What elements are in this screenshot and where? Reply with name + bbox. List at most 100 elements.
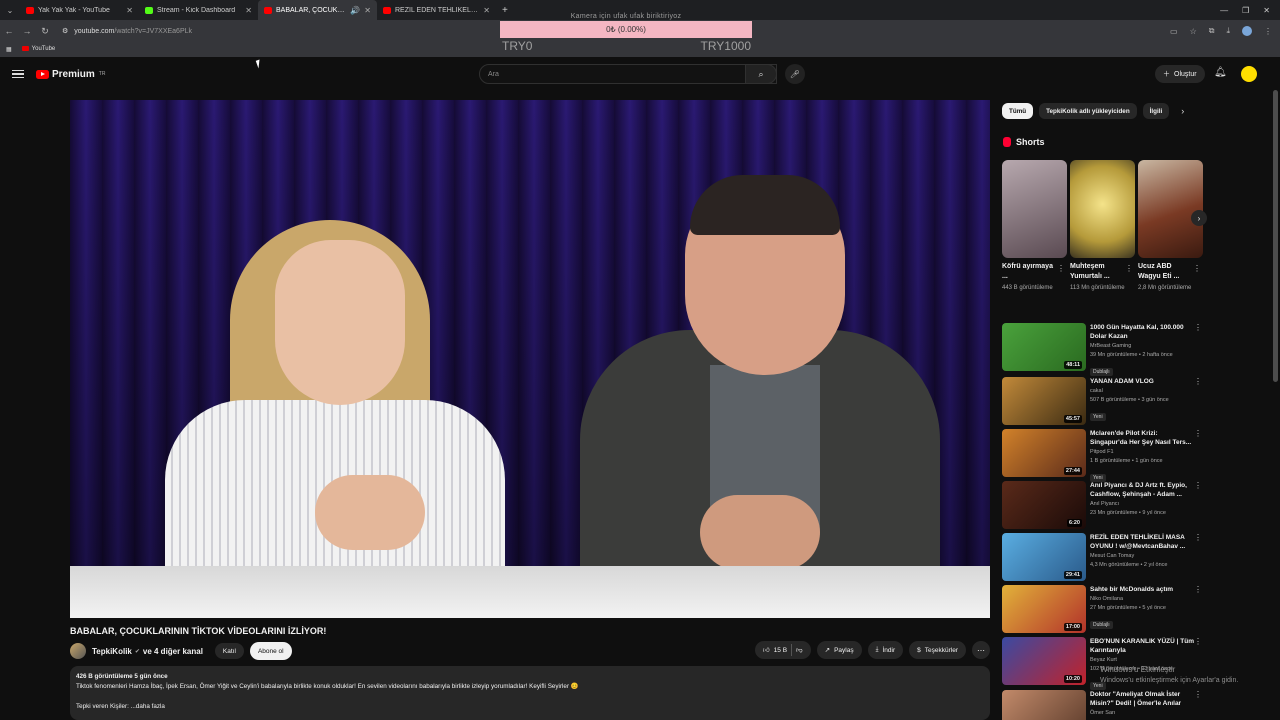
extensions-icon[interactable]: ⧉: [1209, 26, 1215, 36]
more-options-icon[interactable]: ⋮: [1194, 377, 1202, 386]
create-button[interactable]: ＋ Oluştur: [1155, 65, 1205, 83]
close-window-icon[interactable]: ✕: [1263, 6, 1270, 15]
short-thumbnail[interactable]: [1070, 160, 1135, 258]
more-options-icon[interactable]: ⋮: [1194, 585, 1202, 594]
menu-icon[interactable]: [12, 69, 24, 79]
more-options-icon[interactable]: ⋮: [1194, 533, 1202, 542]
short-title[interactable]: Muhteşem Yumurtalı ...: [1070, 262, 1122, 282]
more-actions-icon[interactable]: ⋯: [972, 641, 990, 659]
recommendation-thumbnail[interactable]: [1002, 690, 1086, 720]
browser-tab-active[interactable]: BABALAR, ÇOCUKLARININ🔊 ✕: [258, 0, 377, 20]
recommendation-item[interactable]: 6:20 Anıl Piyancı & DJ Artz ft. Eypio, C…: [1002, 481, 1202, 529]
chip-related[interactable]: İlgili: [1142, 103, 1170, 119]
page-scrollbar[interactable]: [1273, 90, 1278, 382]
shorts-next-icon[interactable]: ›: [1191, 210, 1207, 226]
browser-tab[interactable]: Stream - Kick Dashboard ✕: [139, 0, 258, 20]
recommendation-channel[interactable]: Pitpod F1: [1090, 448, 1194, 457]
speaker-icon[interactable]: 🔊: [350, 6, 360, 15]
recommendation-channel[interactable]: Niko Omilana: [1090, 595, 1194, 604]
youtube-premium-logo[interactable]: Premium TR: [36, 69, 105, 80]
recommendation-channel[interactable]: Mesut Can Tomay: [1090, 552, 1194, 561]
browser-tab[interactable]: Yak Yak Yak - YouTube ✕: [20, 0, 139, 20]
reload-icon[interactable]: ↻: [36, 26, 54, 37]
notifications-bell-icon[interactable]: 🔔︎: [1214, 67, 1227, 78]
recommendation-title[interactable]: REZİL EDEN TEHLİKELİ MASA OYUNU ! w/@Mev…: [1090, 533, 1194, 551]
recommendation-title[interactable]: YANAN ADAM VLOG: [1090, 377, 1194, 386]
apps-grid-icon[interactable]: ▦: [6, 46, 12, 53]
more-options-icon[interactable]: ⋮: [1194, 637, 1202, 646]
more-options-icon[interactable]: ⋮: [1193, 264, 1201, 273]
channel-name[interactable]: TepkiKolik: [92, 647, 132, 656]
video-player[interactable]: [70, 100, 990, 618]
short-item[interactable]: Köfrü ayırmaya ... 443 B görüntüleme ⋮: [1002, 160, 1067, 293]
recommendation-title[interactable]: 1000 Gün Hayatta Kal, 100.000 Dolar Kaza…: [1090, 323, 1194, 341]
like-count[interactable]: 15 B: [774, 647, 787, 654]
recommendation-item[interactable]: 27:44 Mclaren'de Pilot Krizi: Singapur'd…: [1002, 429, 1202, 482]
more-options-icon[interactable]: ⋮: [1194, 323, 1202, 332]
recommendation-item[interactable]: 17:00 Sahte bir McDonalds açtım Niko Omi…: [1002, 585, 1202, 633]
more-options-icon[interactable]: ⋮: [1194, 481, 1202, 490]
downloads-icon[interactable]: ⤓: [1226, 26, 1230, 36]
recommendation-title[interactable]: EBO'NUN KARANLIK YÜZÜ | Tüm Karıntarıyla: [1090, 637, 1194, 655]
recommendation-item[interactable]: 45:57 YANAN ADAM VLOG cakal 507 B görünt…: [1002, 377, 1202, 425]
search-icon[interactable]: ⌕: [745, 64, 777, 84]
short-title[interactable]: Ucuz ABD Wagyu Eti ...: [1138, 262, 1190, 282]
browser-tab[interactable]: REZİL EDEN TEHLİKELİ MASA O ✕: [377, 0, 496, 20]
more-options-icon[interactable]: ⋮: [1194, 429, 1202, 438]
video-description[interactable]: 426 B görüntüleme 5 gün önce Tiktok feno…: [70, 666, 990, 720]
share-button[interactable]: ↗ Paylaş: [816, 641, 862, 659]
download-button[interactable]: ⤓ İndir: [867, 641, 904, 659]
recommendation-channel[interactable]: Anıl Piyancı: [1090, 500, 1194, 509]
recommendation-item[interactable]: Doktor "Ameliyat Olmak İster Misin?" Ded…: [1002, 690, 1202, 720]
minimize-icon[interactable]: —: [1220, 6, 1228, 15]
close-tab-icon[interactable]: ✕: [245, 6, 252, 15]
short-thumbnail[interactable]: [1138, 160, 1203, 258]
more-options-icon[interactable]: ⋮: [1194, 690, 1202, 699]
more-options-icon[interactable]: ⋮: [1057, 264, 1065, 273]
url-field[interactable]: ⚙ youtube.com/watch?v=JV7XXEa6PLk: [62, 27, 192, 36]
bookmark-star-icon[interactable]: ☆: [1190, 27, 1197, 36]
recommendation-channel[interactable]: MrBeast Gaming: [1090, 342, 1194, 351]
like-icon[interactable]: 👍︎: [763, 646, 770, 654]
dislike-icon[interactable]: 👎︎: [796, 646, 803, 654]
account-avatar[interactable]: [1241, 66, 1257, 82]
browser-menu-icon[interactable]: ⋮: [1264, 27, 1272, 36]
short-title[interactable]: Köfrü ayırmaya ...: [1002, 262, 1054, 282]
recommendation-item[interactable]: 29:41 REZİL EDEN TEHLİKELİ MASA OYUNU ! …: [1002, 533, 1202, 581]
recommendation-channel[interactable]: Ömer Sarı: [1090, 709, 1194, 718]
site-info-icon[interactable]: ⚙: [62, 27, 68, 35]
profile-avatar[interactable]: [1242, 26, 1252, 36]
short-item[interactable]: Muhteşem Yumurtalı ... 113 Mn görüntülem…: [1070, 160, 1135, 293]
maximize-icon[interactable]: ❐: [1242, 6, 1249, 15]
forward-icon[interactable]: →: [18, 26, 36, 36]
search-input[interactable]: Ara: [479, 64, 777, 84]
back-icon[interactable]: ←: [0, 26, 18, 36]
microphone-icon[interactable]: 🎤︎: [785, 64, 805, 84]
channel-others[interactable]: ve 4 diğer kanal: [143, 647, 203, 656]
close-tab-icon[interactable]: ✕: [364, 6, 371, 15]
recommendation-badge: Dublajlı: [1090, 621, 1113, 629]
subscribe-button[interactable]: Abone ol: [249, 642, 292, 660]
chip-uploader[interactable]: TepkiKolik adlı yükleyiciden: [1039, 103, 1137, 119]
recommendation-item[interactable]: 48:11 1000 Gün Hayatta Kal, 100.000 Dola…: [1002, 323, 1202, 376]
description-more[interactable]: Tepki veren Kişiler: ...daha fazla: [76, 702, 984, 712]
recommendation-title[interactable]: Doktor "Ameliyat Olmak İster Misin?" Ded…: [1090, 690, 1194, 708]
cast-icon[interactable]: ▭: [1170, 27, 1178, 36]
chip-all[interactable]: Tümü: [1002, 103, 1034, 119]
close-tab-icon[interactable]: ✕: [483, 6, 490, 15]
short-item[interactable]: Ucuz ABD Wagyu Eti ... 2,8 Mn görüntülem…: [1138, 160, 1203, 293]
more-options-icon[interactable]: ⋮: [1125, 264, 1133, 273]
thanks-button[interactable]: $ Teşekkürler: [909, 641, 966, 659]
bookmark-youtube[interactable]: YouTube: [21, 46, 55, 53]
recommendation-title[interactable]: Mclaren'de Pilot Krizi: Singapur'da Her …: [1090, 429, 1194, 447]
recommendation-channel[interactable]: cakal: [1090, 387, 1194, 396]
recommendation-badge: Dublajlı: [1090, 368, 1113, 376]
short-thumbnail[interactable]: [1002, 160, 1067, 258]
tab-search-icon[interactable]: ⌄: [0, 0, 20, 20]
recommendation-title[interactable]: Anıl Piyancı & DJ Artz ft. Eypio, Cashfl…: [1090, 481, 1194, 499]
join-button[interactable]: Katıl: [214, 643, 244, 659]
channel-avatar[interactable]: [70, 643, 86, 659]
recommendation-title[interactable]: Sahte bir McDonalds açtım: [1090, 585, 1194, 594]
close-tab-icon[interactable]: ✕: [126, 6, 133, 15]
chevron-right-icon[interactable]: ›: [1181, 106, 1184, 116]
